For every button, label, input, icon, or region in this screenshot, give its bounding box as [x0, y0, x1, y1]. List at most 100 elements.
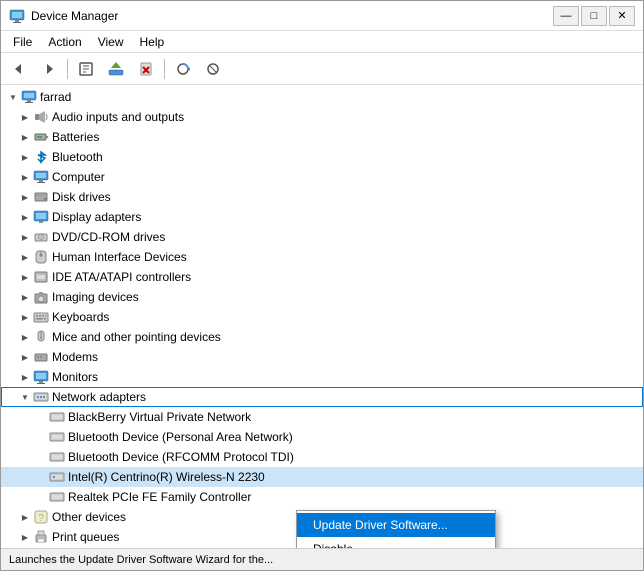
- context-disable[interactable]: Disable: [297, 537, 495, 548]
- tree-hid[interactable]: ▶ Human Interface Devices: [1, 247, 643, 267]
- tree-network[interactable]: ▼ Network adapters: [1, 387, 643, 407]
- intel-label: Intel(R) Centrino(R) Wireless-N 2230: [68, 470, 265, 484]
- context-update-driver[interactable]: Update Driver Software...: [297, 513, 495, 537]
- expand-display[interactable]: ▶: [17, 207, 33, 227]
- bluetooth-icon: [33, 149, 49, 165]
- back-button[interactable]: [5, 56, 33, 82]
- disk-icon: [33, 189, 49, 205]
- tree-audio[interactable]: ▶ Audio inputs and outputs: [1, 107, 643, 127]
- update-driver-button[interactable]: [102, 56, 130, 82]
- tree-dvd[interactable]: ▶ DVD/CD-ROM drives: [1, 227, 643, 247]
- title-bar-left: Device Manager: [9, 8, 118, 24]
- expand-audio[interactable]: ▶: [17, 107, 33, 127]
- imaging-icon: [33, 289, 49, 305]
- expand-bluetooth[interactable]: ▶: [17, 147, 33, 167]
- tree-intel[interactable]: ▶ Intel(R) Centrino(R) Wireless-N 2230: [1, 467, 643, 487]
- expand-keyboards[interactable]: ▶: [17, 307, 33, 327]
- network-label: Network adapters: [52, 390, 146, 404]
- device-manager-window: Device Manager — □ ✕ File Action View He…: [0, 0, 644, 571]
- expand-print[interactable]: ▶: [17, 527, 33, 547]
- refresh-button[interactable]: [199, 56, 227, 82]
- tree-root[interactable]: ▼ farrad: [1, 87, 643, 107]
- minimize-button[interactable]: —: [553, 6, 579, 26]
- ide-icon: [33, 269, 49, 285]
- properties-button[interactable]: [72, 56, 100, 82]
- expand-computer[interactable]: ▶: [17, 167, 33, 187]
- title-bar-controls: — □ ✕: [553, 6, 635, 26]
- network-icon: [33, 389, 49, 405]
- expand-other[interactable]: ▶: [17, 507, 33, 527]
- tree-blackberry[interactable]: ▶ BlackBerry Virtual Private Network: [1, 407, 643, 427]
- display-label: Display adapters: [52, 210, 141, 224]
- tree-bluetooth[interactable]: ▶ Bluetooth: [1, 147, 643, 167]
- tree-display[interactable]: ▶ Display adapters: [1, 207, 643, 227]
- display-icon: [33, 209, 49, 225]
- maximize-button[interactable]: □: [581, 6, 607, 26]
- monitors-label: Monitors: [52, 370, 98, 384]
- expand-dvd[interactable]: ▶: [17, 227, 33, 247]
- keyboard-icon: [33, 309, 49, 325]
- device-tree[interactable]: ▼ farrad ▶: [1, 85, 643, 548]
- tree-modems[interactable]: ▶ Modems: [1, 347, 643, 367]
- hid-label: Human Interface Devices: [52, 250, 187, 264]
- root-label: farrad: [40, 90, 71, 104]
- window-title: Device Manager: [31, 9, 118, 23]
- tree-batteries[interactable]: ▶ Batteries: [1, 127, 643, 147]
- expand-processors[interactable]: ▶: [17, 547, 33, 548]
- netcard-btpan-icon: [49, 429, 65, 445]
- expand-ide[interactable]: ▶: [17, 267, 33, 287]
- menu-view[interactable]: View: [90, 33, 132, 51]
- forward-button[interactable]: [35, 56, 63, 82]
- netcard-blackberry-icon: [49, 409, 65, 425]
- tree-mice[interactable]: ▶ Mice and other pointing devices: [1, 327, 643, 347]
- menu-file[interactable]: File: [5, 33, 40, 51]
- tree-monitors[interactable]: ▶ Monitors: [1, 367, 643, 387]
- menu-action[interactable]: Action: [40, 33, 89, 51]
- tree-realtek[interactable]: ▶ Realtek PCIe FE Family Controller: [1, 487, 643, 507]
- title-bar: Device Manager — □ ✕: [1, 1, 643, 31]
- tree-btrfcomm[interactable]: ▶ Bluetooth Device (RFCOMM Protocol TDI): [1, 447, 643, 467]
- monitor-icon: [33, 369, 49, 385]
- status-text: Launches the Update Driver Software Wiza…: [9, 554, 273, 566]
- btrfcomm-label: Bluetooth Device (RFCOMM Protocol TDI): [68, 450, 294, 464]
- dvd-label: DVD/CD-ROM drives: [52, 230, 165, 244]
- battery-icon: [33, 129, 49, 145]
- expand-network[interactable]: ▼: [17, 387, 33, 407]
- uninstall-button[interactable]: [132, 56, 160, 82]
- scan-button[interactable]: [169, 56, 197, 82]
- expand-batteries[interactable]: ▶: [17, 127, 33, 147]
- modems-label: Modems: [52, 350, 98, 364]
- expand-diskdrives[interactable]: ▶: [17, 187, 33, 207]
- expand-imaging[interactable]: ▶: [17, 287, 33, 307]
- tree-computer[interactable]: ▶ Computer: [1, 167, 643, 187]
- svg-text:?: ?: [38, 513, 44, 524]
- btpan-label: Bluetooth Device (Personal Area Network): [68, 430, 293, 444]
- toolbar-separator-2: [164, 59, 165, 79]
- netcard-intel-icon: [49, 469, 65, 485]
- computer2-icon: [33, 169, 49, 185]
- close-button[interactable]: ✕: [609, 6, 635, 26]
- tree-ide[interactable]: ▶ IDE ATA/ATAPI controllers: [1, 267, 643, 287]
- keyboards-label: Keyboards: [52, 310, 109, 324]
- tree-keyboards[interactable]: ▶ Keyboards: [1, 307, 643, 327]
- audio-icon: [33, 109, 49, 125]
- tree-imaging[interactable]: ▶ Imaging devices: [1, 287, 643, 307]
- status-bar: Launches the Update Driver Software Wiza…: [1, 548, 643, 570]
- expand-monitors[interactable]: ▶: [17, 367, 33, 387]
- expand-modems[interactable]: ▶: [17, 347, 33, 367]
- audio-label: Audio inputs and outputs: [52, 110, 184, 124]
- tree-diskdrives[interactable]: ▶ Disk drives: [1, 187, 643, 207]
- netcard-btrfcomm-icon: [49, 449, 65, 465]
- toolbar-separator-1: [67, 59, 68, 79]
- expand-root[interactable]: ▼: [5, 87, 21, 107]
- expand-hid[interactable]: ▶: [17, 247, 33, 267]
- hid-icon: [33, 249, 49, 265]
- tree-btpan[interactable]: ▶ Bluetooth Device (Personal Area Networ…: [1, 427, 643, 447]
- dvd-icon: [33, 229, 49, 245]
- expand-mice[interactable]: ▶: [17, 327, 33, 347]
- toolbar: [1, 53, 643, 85]
- realtek-label: Realtek PCIe FE Family Controller: [68, 490, 251, 504]
- menu-help[interactable]: Help: [132, 33, 173, 51]
- context-menu: Update Driver Software... Disable Uninst…: [296, 510, 496, 548]
- print-label: Print queues: [52, 530, 119, 544]
